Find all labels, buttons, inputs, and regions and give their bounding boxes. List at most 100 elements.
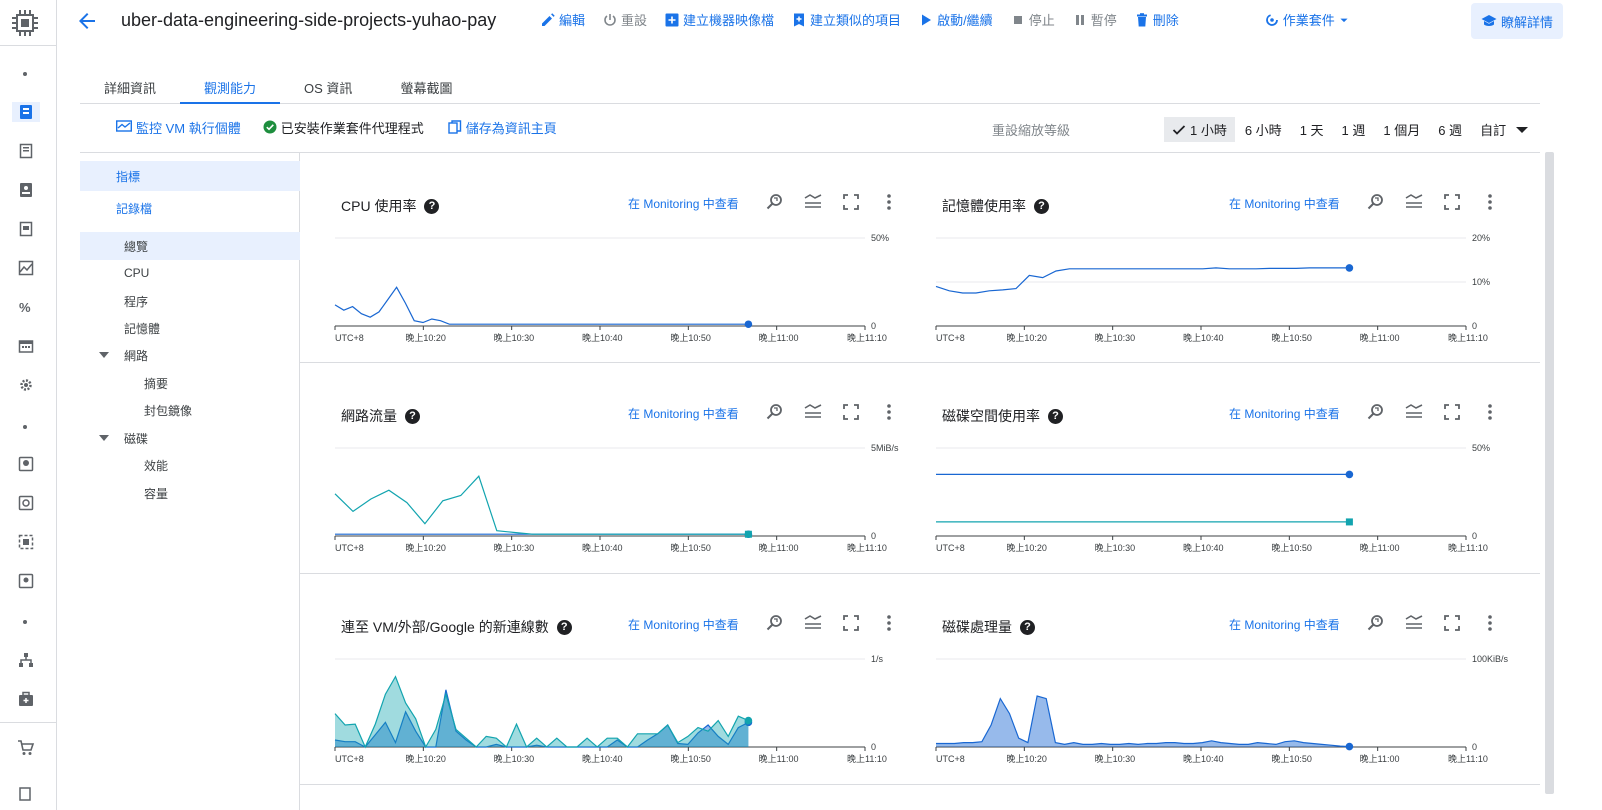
more-vert-icon[interactable] bbox=[1480, 613, 1500, 633]
tab-details[interactable]: 詳細資訊 bbox=[80, 72, 180, 104]
nav-packet-mirroring[interactable]: 封包鏡像 bbox=[80, 395, 300, 425]
delete-button[interactable]: 刪除 bbox=[1135, 10, 1179, 29]
help-icon[interactable]: ? bbox=[405, 408, 420, 424]
async-replication-icon[interactable] bbox=[16, 571, 36, 591]
view-in-monitoring-link[interactable]: 在 Monitoring 中查看 bbox=[628, 405, 739, 422]
fullscreen-icon[interactable] bbox=[841, 192, 861, 212]
help-icon[interactable]: ? bbox=[1048, 408, 1063, 424]
chart-svg[interactable]: 1/s 0 UTC+8 晚上10:20 晚上10:30 晚上10:40 晚上10:50 晚上1… bbox=[334, 653, 907, 788]
help-icon[interactable]: ? bbox=[1020, 619, 1035, 635]
fullscreen-icon[interactable] bbox=[1442, 402, 1462, 422]
help-icon[interactable]: ? bbox=[1034, 198, 1049, 214]
view-in-monitoring-link[interactable]: 在 Monitoring 中查看 bbox=[1229, 405, 1340, 422]
chart-svg[interactable]: 50% 0 UTC+8 晚上10:20 晚上10:30 晚上10:40 晚上10:50 晚上1… bbox=[935, 442, 1508, 577]
instance-templates-icon[interactable] bbox=[16, 141, 36, 161]
nav-network-summary[interactable]: 摘要 bbox=[80, 368, 300, 398]
range-custom[interactable]: 自訂 bbox=[1472, 117, 1536, 142]
instance-groups-icon[interactable] bbox=[16, 650, 36, 670]
view-in-monitoring-link[interactable]: 在 Monitoring 中查看 bbox=[628, 195, 739, 212]
reset-zoom-icon[interactable] bbox=[765, 613, 785, 633]
nav-metrics[interactable]: 指標 bbox=[80, 161, 300, 191]
start-resume-button[interactable]: 啟動/繼續 bbox=[919, 10, 993, 29]
ops-suite-dropdown[interactable]: 作業套件 bbox=[1265, 10, 1349, 29]
learn-more-button[interactable]: 瞭解詳情 bbox=[1471, 3, 1563, 39]
chart-svg[interactable]: 50% 0 UTC+8 晚上10:20 晚上10:30 晚上10:40 晚上10:50 晚上1… bbox=[334, 232, 907, 367]
legend-toggle-icon[interactable] bbox=[1404, 402, 1424, 422]
nav-processes[interactable]: 程序 bbox=[80, 286, 300, 316]
edit-button[interactable]: 編輯 bbox=[541, 10, 585, 29]
range-6-weeks[interactable]: 6 週 bbox=[1430, 117, 1470, 142]
fullscreen-icon[interactable] bbox=[841, 402, 861, 422]
vm-instances-icon[interactable] bbox=[12, 102, 40, 122]
reset-zoom-icon[interactable] bbox=[765, 192, 785, 212]
marketplace-cart-icon[interactable] bbox=[16, 738, 36, 758]
tab-observability[interactable]: 觀測能力 bbox=[180, 72, 281, 104]
create-similar-button[interactable]: 建立類似的項目 bbox=[792, 10, 901, 29]
range-1-month[interactable]: 1 個月 bbox=[1375, 117, 1428, 142]
more-vert-icon[interactable] bbox=[879, 192, 899, 212]
view-in-monitoring-link[interactable]: 在 Monitoring 中查看 bbox=[1229, 616, 1340, 633]
disks-icon[interactable] bbox=[16, 454, 36, 474]
stop-button[interactable]: 停止 bbox=[1011, 10, 1055, 29]
reset-zoom-icon[interactable] bbox=[1366, 192, 1386, 212]
more-vert-icon[interactable] bbox=[879, 613, 899, 633]
back-arrow-icon[interactable] bbox=[75, 9, 99, 33]
nav-memory[interactable]: 記憶體 bbox=[80, 313, 300, 343]
dashboard-scrollbar[interactable] bbox=[1545, 152, 1554, 794]
reservations-icon[interactable] bbox=[16, 336, 36, 356]
legend-toggle-icon[interactable] bbox=[1404, 192, 1424, 212]
nav-disk-capacity[interactable]: 容量 bbox=[80, 478, 300, 508]
legend-toggle-icon[interactable] bbox=[803, 192, 823, 212]
save-dashboard-button[interactable]: 儲存為資訊主頁 bbox=[448, 118, 557, 137]
range-1-day[interactable]: 1 天 bbox=[1292, 117, 1332, 142]
legend-toggle-icon[interactable] bbox=[1404, 613, 1424, 633]
tab-screenshot[interactable]: 螢幕截圖 bbox=[376, 72, 476, 104]
create-machine-image-button[interactable]: 建立機器映像檔 bbox=[665, 10, 774, 29]
reset-zoom-icon[interactable] bbox=[1366, 402, 1386, 422]
tab-os-info[interactable]: OS 資訊 bbox=[280, 72, 376, 104]
nav-disk-performance[interactable]: 效能 bbox=[80, 450, 300, 480]
reset-zoom-button[interactable]: 重設縮放等級 bbox=[992, 120, 1070, 139]
nav-overview[interactable]: 總覽 bbox=[80, 232, 300, 260]
range-1-week[interactable]: 1 週 bbox=[1334, 117, 1374, 142]
expand-caret-icon[interactable] bbox=[99, 435, 109, 441]
reset-button[interactable]: 重設 bbox=[603, 10, 647, 29]
nav-disk[interactable]: 磁碟 bbox=[80, 423, 300, 453]
range-1-hour[interactable]: 1 小時 bbox=[1164, 117, 1235, 142]
x-tick-label: 晚上10:20 bbox=[405, 333, 446, 343]
fullscreen-icon[interactable] bbox=[1442, 192, 1462, 212]
machine-images-icon[interactable] bbox=[16, 219, 36, 239]
legend-toggle-icon[interactable] bbox=[803, 613, 823, 633]
chart-svg[interactable]: 20% 10% 0 UTC+8 晚上10:20 晚上10:30 晚上10:40 晚上10:50… bbox=[935, 232, 1508, 367]
tpus-icon[interactable] bbox=[16, 258, 36, 278]
compute-engine-logo-icon[interactable] bbox=[10, 8, 40, 38]
range-6-hours[interactable]: 6 小時 bbox=[1237, 117, 1290, 142]
nav-network[interactable]: 網路 bbox=[80, 340, 300, 370]
reset-zoom-icon[interactable] bbox=[765, 402, 785, 422]
release-notes-icon[interactable] bbox=[16, 784, 36, 804]
nav-logs[interactable]: 記錄檔 bbox=[80, 193, 300, 223]
settings-gear-icon[interactable] bbox=[16, 375, 36, 395]
fullscreen-icon[interactable] bbox=[841, 613, 861, 633]
snapshots-icon[interactable] bbox=[16, 493, 36, 513]
chart-svg[interactable]: 5MiB/s 0 UTC+8 晚上10:20 晚上10:30 晚上10:40 晚上10:50… bbox=[334, 442, 907, 577]
expand-caret-icon[interactable] bbox=[99, 352, 109, 358]
help-icon[interactable]: ? bbox=[424, 198, 440, 214]
legend-toggle-icon[interactable] bbox=[803, 402, 823, 422]
monitor-vm-button[interactable]: 監控 VM 執行個體 bbox=[116, 118, 241, 137]
more-vert-icon[interactable] bbox=[1480, 402, 1500, 422]
more-vert-icon[interactable] bbox=[879, 402, 899, 422]
chart-svg[interactable]: 100KiB/s 0 UTC+8 晚上10:20 晚上10:30 晚上10:40 晚上10:… bbox=[935, 653, 1509, 788]
fullscreen-icon[interactable] bbox=[1442, 613, 1462, 633]
view-in-monitoring-link[interactable]: 在 Monitoring 中查看 bbox=[628, 616, 739, 633]
images-icon[interactable] bbox=[16, 532, 36, 552]
sole-tenant-nodes-icon[interactable] bbox=[16, 180, 36, 200]
suspend-button[interactable]: 暫停 bbox=[1073, 10, 1117, 29]
committed-use-discounts-icon[interactable]: % bbox=[16, 297, 36, 317]
more-vert-icon[interactable] bbox=[1480, 192, 1500, 212]
view-in-monitoring-link[interactable]: 在 Monitoring 中查看 bbox=[1229, 195, 1340, 212]
help-icon[interactable]: ? bbox=[556, 619, 572, 635]
health-checks-icon[interactable] bbox=[16, 689, 36, 709]
reset-zoom-icon[interactable] bbox=[1366, 613, 1386, 633]
nav-cpu[interactable]: CPU bbox=[80, 258, 300, 288]
